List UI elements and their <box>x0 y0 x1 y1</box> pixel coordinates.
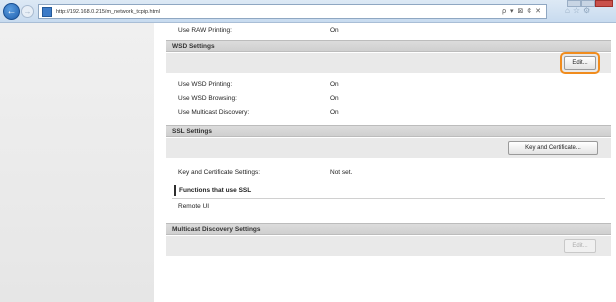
forward-button[interactable]: → <box>21 5 34 18</box>
favorites-star-icon[interactable]: ☆ <box>573 6 583 15</box>
settings-gear-icon[interactable]: ⚙ <box>583 6 593 15</box>
section-title: SSL Settings <box>172 128 212 135</box>
window-controls <box>567 0 613 7</box>
wsd-toolbar: Edit... <box>166 52 611 74</box>
setting-label: Use WSD Browsing: <box>178 94 237 102</box>
setting-value: On <box>330 26 339 34</box>
setting-label: Use RAW Printing: <box>178 26 232 34</box>
setting-value: On <box>330 108 339 116</box>
left-navigation-pane <box>0 23 154 302</box>
setting-value: On <box>330 80 339 88</box>
section-header-ssl: SSL Settings <box>166 125 611 137</box>
section-title: Multicast Discovery Settings <box>172 226 261 233</box>
setting-value: Not set. <box>330 168 353 176</box>
key-and-certificate-button[interactable]: Key and Certificate... <box>508 141 598 155</box>
url-text: http://192.168.0.215/m_network_tcpip.htm… <box>56 8 160 15</box>
section-header-wsd: WSD Settings <box>166 40 611 52</box>
multicast-edit-button[interactable]: Edit... <box>564 239 596 253</box>
section-header-multicast-discovery: Multicast Discovery Settings <box>166 223 611 235</box>
home-icon[interactable]: ⌂ <box>565 6 573 15</box>
back-arrow-icon: ← <box>6 6 17 17</box>
setting-value: On <box>330 94 339 102</box>
setting-row-wsd-printing: Use WSD Printing: On <box>166 77 611 91</box>
setting-row-raw-printing: Use RAW Printing: On <box>166 23 611 37</box>
browser-toolbar: ← → http://192.168.0.215/m_network_tcpip… <box>0 0 616 23</box>
setting-label: Use WSD Printing: <box>178 80 233 88</box>
forward-arrow-icon: → <box>23 7 32 16</box>
ssl-function-item: Remote UI <box>178 203 210 210</box>
page-body: Use RAW Printing: On WSD Settings Edit..… <box>0 23 616 302</box>
settings-content: Use RAW Printing: On WSD Settings Edit..… <box>166 23 611 302</box>
page-favicon-icon <box>42 6 52 17</box>
setting-row-wsd-browsing: Use WSD Browsing: On <box>166 91 611 105</box>
functions-that-use-ssl-heading: Functions that use SSL <box>174 185 251 196</box>
close-window-button[interactable] <box>595 0 613 7</box>
back-button[interactable]: ← <box>3 3 20 20</box>
divider <box>172 198 605 199</box>
setting-label: Key and Certificate Settings: <box>178 168 261 176</box>
highlight-outline <box>560 52 600 74</box>
maximize-button[interactable] <box>581 0 595 7</box>
address-bar[interactable]: http://192.168.0.215/m_network_tcpip.htm… <box>38 4 547 19</box>
section-title: WSD Settings <box>172 43 215 50</box>
setting-row-multicast-discovery: Use Multicast Discovery: On <box>166 105 611 119</box>
setting-row-key-certificate: Key and Certificate Settings: Not set. <box>166 165 611 179</box>
ssl-toolbar: Key and Certificate... <box>166 138 611 158</box>
address-bar-tools[interactable]: ρ ▾ ⊠ ¢ ✕ <box>502 7 542 15</box>
setting-label: Use Multicast Discovery: <box>178 108 250 116</box>
multicast-toolbar: Edit... <box>166 236 611 256</box>
minimize-button[interactable] <box>567 0 581 7</box>
browser-toolbar-icons[interactable]: ⌂☆⚙ <box>565 6 593 15</box>
